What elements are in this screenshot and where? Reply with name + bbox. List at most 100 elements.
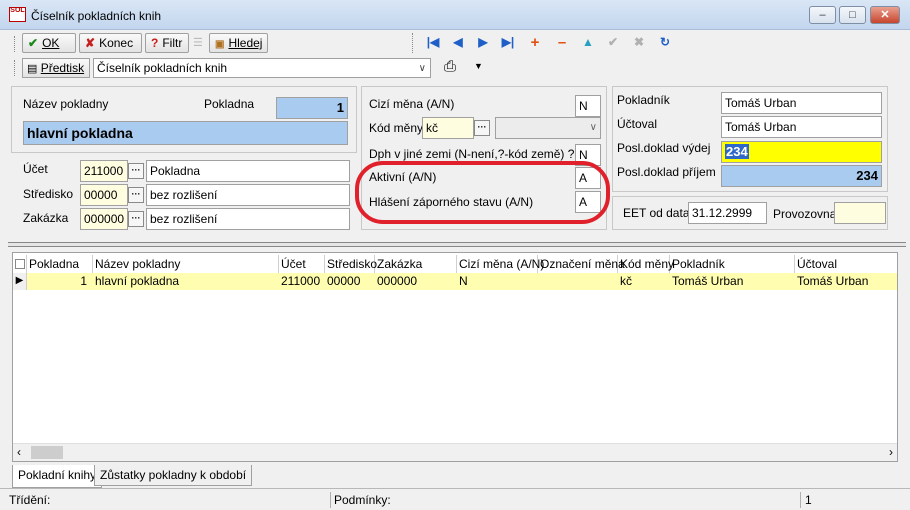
refresh-icon[interactable]: ↻ xyxy=(654,33,676,53)
hledej-button[interactable]: ▣ Hledej xyxy=(209,33,268,53)
status-separator xyxy=(330,492,331,508)
col-header[interactable]: Označení měna xyxy=(538,255,625,273)
zakazka-label: Zakázka xyxy=(23,211,69,225)
cizi-mena-label: Cizí měna (A/N) xyxy=(369,97,455,111)
col-header[interactable]: Středisko xyxy=(325,255,377,273)
panel-splitter[interactable] xyxy=(8,242,906,247)
scroll-thumb[interactable] xyxy=(31,446,63,459)
cell: Tomáš Urban xyxy=(797,274,869,288)
data-grid: Pokladna Název pokladny Účet Středisko Z… xyxy=(12,252,898,462)
prev-icon[interactable]: ◀ xyxy=(447,33,469,53)
zakazka-name-field[interactable]: bez rozlišení xyxy=(146,208,350,230)
konec-label: Konec xyxy=(99,36,134,50)
title-bar: SOL Číselník pokladních knih – □ ✕ xyxy=(0,0,910,30)
stredisko-code-field[interactable]: 00000 xyxy=(80,184,128,206)
dph-label: Dph v jiné zemi (N-není,?-kód země) ? xyxy=(369,147,575,161)
form-select-value: Číselník pokladních knih xyxy=(97,61,228,75)
stredisko-lookup-button[interactable]: ··· xyxy=(128,187,144,203)
cell: N xyxy=(459,274,468,288)
pokladnik-label: Pokladník xyxy=(617,93,670,107)
add-icon[interactable]: + xyxy=(524,33,546,53)
window-title: Číselník pokladních knih xyxy=(31,9,162,23)
predtisk-button[interactable]: ▤ Předtisk xyxy=(22,58,90,78)
ucet-label: Účet xyxy=(23,162,48,176)
confirm-icon[interactable]: ✔ xyxy=(602,33,624,53)
ucet-name-field[interactable]: Pokladna xyxy=(146,160,350,182)
predtisk-label: Předtisk xyxy=(40,61,85,75)
pokladna-label: Pokladna xyxy=(204,97,255,111)
col-header[interactable]: Pokladna xyxy=(27,255,93,273)
status-separator xyxy=(800,492,801,508)
col-header[interactable]: Zakázka xyxy=(375,255,457,273)
cell: kč xyxy=(620,274,632,288)
nazev-field[interactable]: hlavní pokladna xyxy=(23,121,348,145)
cell xyxy=(538,273,618,290)
row-pointer-icon: ▶ xyxy=(13,273,27,290)
uctoval-field[interactable]: Tomáš Urban xyxy=(721,116,882,138)
nazev-label: Název pokladny xyxy=(23,97,109,111)
currency-chevron-icon: ∨ xyxy=(589,122,597,133)
printer-icon[interactable]: ⎙ xyxy=(444,58,456,75)
filter-off-icon: ☰ xyxy=(193,37,203,49)
eet-field[interactable]: 31.12.2999 xyxy=(688,202,767,224)
col-header[interactable]: Účtoval xyxy=(795,255,895,273)
maximize-button[interactable]: □ xyxy=(839,6,866,24)
uctoval-label: Účtoval xyxy=(617,117,658,131)
toolbar-grip xyxy=(14,36,16,52)
status-trideni: Třídění: xyxy=(9,493,51,507)
table-row[interactable]: 1 hlavní pokladna 211000 00000 000000 N … xyxy=(27,273,897,290)
up-icon[interactable]: ▲ xyxy=(577,33,599,53)
form-select[interactable]: Číselník pokladních knih ∨ xyxy=(93,58,431,78)
print-preview-icon: ▤ xyxy=(27,63,38,75)
chevron-down-icon: ∨ xyxy=(418,63,426,74)
close-button[interactable]: ✕ xyxy=(870,6,900,24)
posl-vydej-field[interactable]: 234 xyxy=(721,141,882,163)
tab-pokladni-knihy[interactable]: Pokladní knihy xyxy=(12,465,103,488)
ok-button[interactable]: ✔ OK xyxy=(22,33,76,53)
ucet-code-field[interactable]: 211000 xyxy=(80,160,128,182)
col-header[interactable]: Účet xyxy=(279,255,325,273)
first-icon[interactable]: |◀ xyxy=(422,33,444,53)
cizi-mena-field[interactable]: N xyxy=(575,95,601,117)
toolbar-separator xyxy=(412,33,413,53)
app-logo-text: SOL xyxy=(10,7,25,14)
scroll-right-icon[interactable]: › xyxy=(889,445,893,459)
tab-zustatky[interactable]: Zůstatky pokladny k období xyxy=(94,465,253,486)
dropdown-arrow-icon[interactable]: ▼ xyxy=(474,61,483,71)
cell: 000000 xyxy=(377,274,418,288)
grid-header: Pokladna Název pokladny Účet Středisko Z… xyxy=(13,255,897,273)
col-header[interactable]: Pokladník xyxy=(670,255,795,273)
posl-vydej-label: Posl.doklad výdej xyxy=(617,141,711,155)
col-header[interactable]: Kód měny xyxy=(618,255,674,273)
provozovna-field[interactable] xyxy=(834,202,886,224)
kod-meny-field[interactable]: kč xyxy=(422,117,474,139)
currency-dropdown[interactable]: ∨ xyxy=(495,117,601,139)
minimize-button[interactable]: – xyxy=(809,6,836,24)
filtr-button[interactable]: ? Filtr xyxy=(145,33,189,53)
close-x-icon: ✘ xyxy=(85,36,96,50)
horizontal-scrollbar[interactable]: ‹ › xyxy=(13,443,897,461)
app-window: SOL Číselník pokladních knih – □ ✕ ✔ OK ✘… xyxy=(0,0,910,510)
zakazka-code-field[interactable]: 000000 xyxy=(80,208,128,230)
pokladnik-field[interactable]: Tomáš Urban xyxy=(721,92,882,114)
status-bar: Třídění: Podmínky: 1 xyxy=(0,488,910,510)
ucet-lookup-button[interactable]: ··· xyxy=(128,163,144,179)
col-header[interactable]: Cizí měna (A/N) xyxy=(457,255,544,273)
last-icon[interactable]: ▶| xyxy=(497,33,519,53)
pokladna-field[interactable]: 1 xyxy=(276,97,348,119)
scroll-left-icon[interactable]: ‹ xyxy=(17,445,21,459)
next-icon[interactable]: ▶ xyxy=(472,33,494,53)
cell: 00000 xyxy=(327,274,361,288)
col-header[interactable]: Název pokladny xyxy=(93,255,279,273)
posl-prijem-field[interactable]: 234 xyxy=(721,165,882,187)
filtr-label: Filtr xyxy=(162,36,183,50)
select-all-checkbox[interactable] xyxy=(15,255,27,273)
cancel-icon[interactable]: ✖ xyxy=(628,33,650,53)
delete-icon[interactable]: – xyxy=(551,33,573,53)
zakazka-lookup-button[interactable]: ··· xyxy=(128,211,144,227)
kod-meny-lookup-button[interactable]: ··· xyxy=(474,120,490,136)
posl-vydej-value: 234 xyxy=(725,144,749,159)
stredisko-name-field[interactable]: bez rozlišení xyxy=(146,184,350,206)
konec-button[interactable]: ✘ Konec xyxy=(79,33,142,53)
cell: Tomáš Urban xyxy=(672,274,744,288)
